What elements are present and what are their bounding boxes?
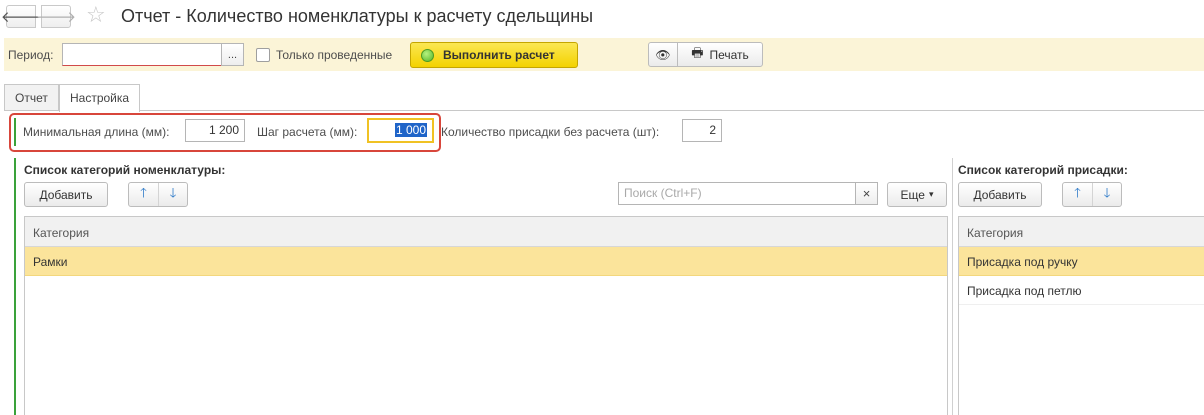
arrow-right-icon: 🡒 xyxy=(35,9,77,26)
arrow-up-icon[interactable]: 🡑 xyxy=(1063,183,1092,206)
additives-title: Список категорий присадки: xyxy=(958,163,1128,177)
preview-button[interactable]: 👁 xyxy=(648,42,678,67)
only-posted-checkbox[interactable] xyxy=(256,48,270,62)
arrow-up-icon[interactable]: 🡑 xyxy=(129,183,158,206)
period-label: Период: xyxy=(8,48,54,62)
arrow-down-icon[interactable]: 🡓 xyxy=(1092,183,1121,206)
additives-add-button[interactable]: Добавить xyxy=(958,182,1042,207)
run-calculation-label: Выполнить расчет xyxy=(443,48,555,62)
print-button[interactable]: 🖶 Печать xyxy=(677,42,763,67)
window-title: Отчет - Количество номенклатуры к расчет… xyxy=(121,6,594,26)
only-posted-label: Только проведенные xyxy=(276,48,393,62)
run-calculation-button[interactable]: Выполнить расчет xyxy=(410,42,578,68)
step-value-selected: 1 000 xyxy=(394,123,427,137)
search-clear-button[interactable]: × xyxy=(855,182,878,205)
back-button[interactable]: 🡐 xyxy=(1,5,41,28)
arrow-down-icon[interactable]: 🡓 xyxy=(158,183,187,206)
printer-icon: 🖶 xyxy=(691,44,704,60)
nomenclature-add-button[interactable]: Добавить xyxy=(24,182,108,207)
nomenclature-title: Список категорий номенклатуры: xyxy=(24,163,226,177)
additive-label: Количество присадки без расчета (шт): xyxy=(441,125,660,139)
table-row[interactable]: Присадка под ручку xyxy=(959,247,1204,276)
forward-button[interactable]: 🡒 xyxy=(36,5,76,28)
table-row[interactable]: Рамки xyxy=(25,247,947,276)
additive-input[interactable]: 2 xyxy=(682,119,722,142)
min-length-label: Минимальная длина (мм): xyxy=(23,125,170,139)
eye-icon: 👁 xyxy=(655,47,671,62)
group-marker-nomenclature xyxy=(14,158,16,415)
period-pick-button[interactable]: ... xyxy=(221,43,244,66)
step-input[interactable]: 1 000 xyxy=(367,118,434,143)
nomenclature-move-group: 🡑 🡓 xyxy=(128,182,188,207)
additives-move-group: 🡑 🡓 xyxy=(1062,182,1122,207)
tab-divider xyxy=(4,110,1204,111)
green-circle-icon xyxy=(421,48,434,62)
additives-table: Категория Присадка под ручку Присадка по… xyxy=(958,216,1204,415)
min-length-input[interactable]: 1 200 xyxy=(185,119,245,142)
print-label: Печать xyxy=(709,47,749,62)
column-header-category[interactable]: Категория xyxy=(25,217,947,247)
nomenclature-table: Категория Рамки xyxy=(24,216,948,415)
tab-report[interactable]: Отчет xyxy=(4,84,59,111)
more-button[interactable]: Еще ▾ xyxy=(887,182,947,207)
panel-splitter[interactable] xyxy=(952,158,953,415)
step-label: Шаг расчета (мм): xyxy=(257,125,358,139)
column-header-category[interactable]: Категория xyxy=(959,217,1204,247)
search-input[interactable]: Поиск (Ctrl+F) xyxy=(618,182,856,205)
table-row[interactable]: Присадка под петлю xyxy=(959,276,1204,305)
period-input[interactable] xyxy=(62,43,222,66)
more-label: Еще xyxy=(900,187,925,202)
close-icon: × xyxy=(862,186,871,201)
chevron-down-icon: ▾ xyxy=(928,189,934,199)
favorite-star-icon[interactable]: ☆ xyxy=(86,3,106,27)
tab-settings[interactable]: Настройка xyxy=(59,84,141,112)
